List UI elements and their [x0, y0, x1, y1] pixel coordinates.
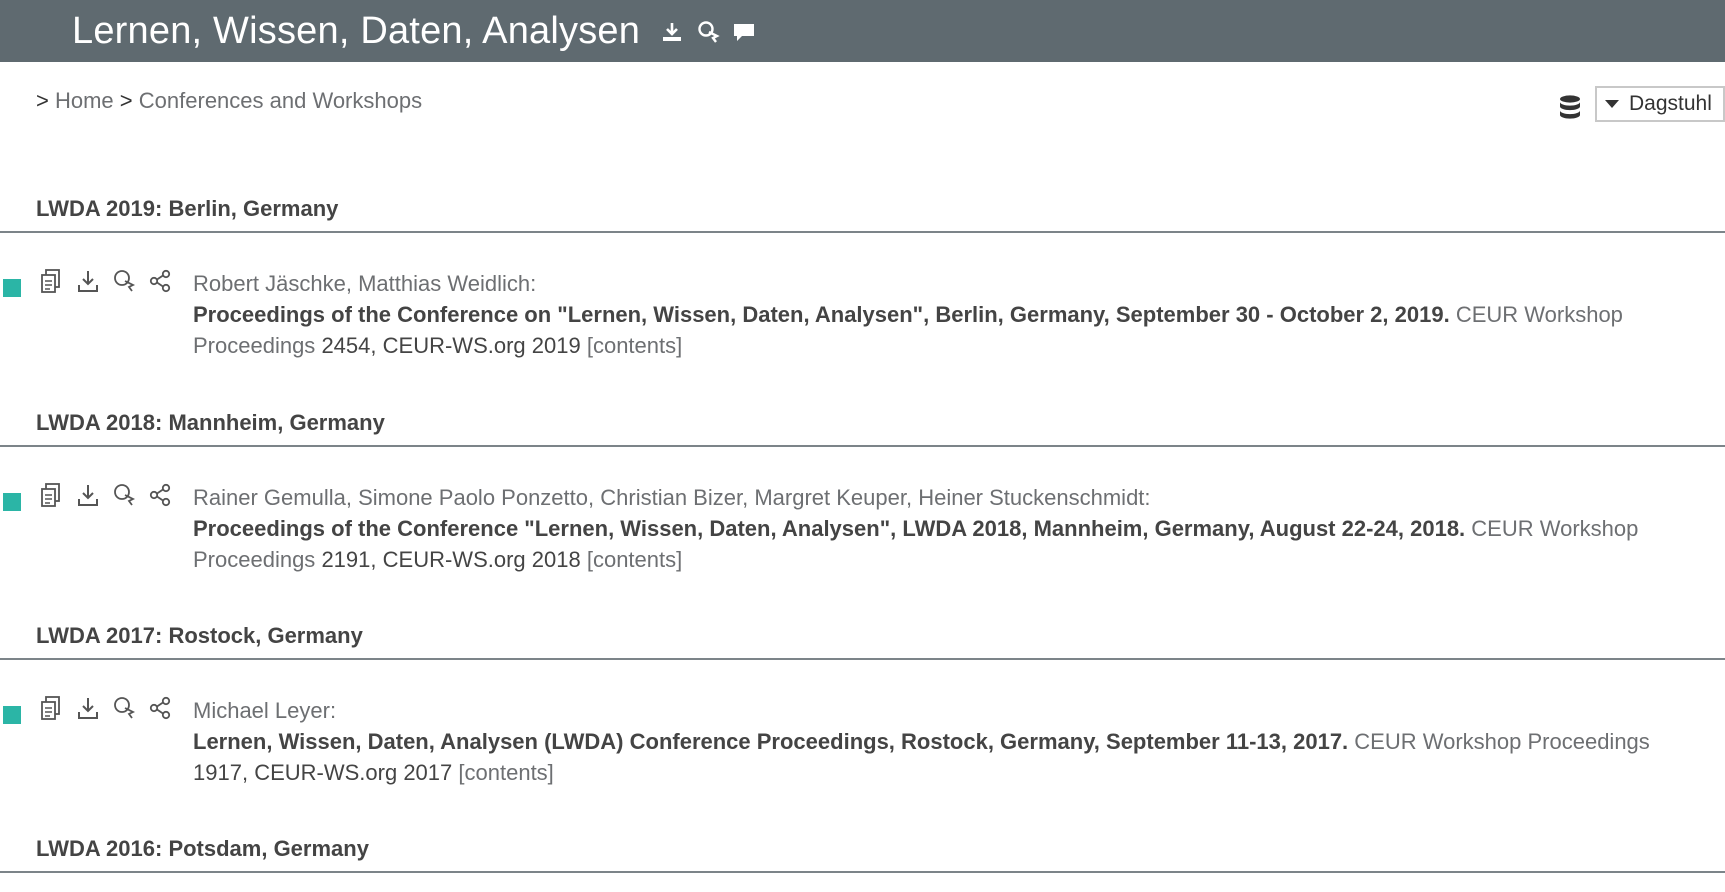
publication-entry: Michael Leyer: Lernen, Wissen, Daten, An…: [0, 695, 1725, 785]
author-list: Rainer Gemulla, Simone Paolo Ponzetto, C…: [193, 485, 1151, 510]
entry-tools: [40, 695, 172, 721]
volume-number: 2454: [321, 333, 371, 358]
publisher-year: CEUR-WS.org 2017: [254, 760, 453, 785]
electronic-edition-icon[interactable]: [40, 268, 64, 294]
download-icon[interactable]: [76, 268, 100, 294]
author-list: Robert Jäschke, Matthias Weidlich:: [193, 271, 537, 296]
volume-number: 1917: [193, 760, 242, 785]
section-divider: [0, 445, 1725, 447]
entry-body: Robert Jäschke, Matthias Weidlich: Proce…: [193, 271, 1623, 358]
author-link[interactable]: Simone Paolo Ponzetto: [358, 485, 588, 510]
entry-body: Michael Leyer: Lernen, Wissen, Daten, An…: [193, 698, 1650, 785]
mirror-select-value: Dagstuhl: [1629, 92, 1712, 115]
share-icon[interactable]: [148, 695, 172, 721]
breadcrumb-separator: >: [119, 88, 133, 113]
header-tools: [660, 20, 756, 44]
entry-tools: [40, 482, 172, 508]
cite-icon[interactable]: [112, 482, 136, 508]
section-heading: LWDA 2016: Potsdam, Germany: [36, 836, 369, 861]
breadcrumb: > Home > Conferences and Workshops: [36, 88, 422, 114]
mirror-select[interactable]: Dagstuhl: [1595, 86, 1725, 122]
cite-icon[interactable]: [112, 695, 136, 721]
cite-icon[interactable]: [112, 268, 136, 294]
comment-icon[interactable]: [732, 20, 756, 44]
section-divider: [0, 871, 1725, 873]
publication-entry: Rainer Gemulla, Simone Paolo Ponzetto, C…: [0, 482, 1725, 572]
series-link[interactable]: CEUR Workshop Proceedings: [1354, 729, 1650, 754]
page-title: Lernen, Wissen, Daten, Analysen: [72, 10, 641, 52]
volume-number: 2191: [321, 547, 371, 572]
breadcrumb-prefix: >: [36, 88, 49, 113]
section-heading: LWDA 2019: Berlin, Germany: [36, 196, 339, 221]
publisher-year: CEUR-WS.org 2019: [382, 333, 581, 358]
publication-entry: Robert Jäschke, Matthias Weidlich: Proce…: [0, 268, 1725, 358]
section-divider: [0, 658, 1725, 660]
share-icon[interactable]: [148, 268, 172, 294]
share-icon[interactable]: [148, 482, 172, 508]
section-divider: [0, 231, 1725, 233]
breadcrumb-home-link[interactable]: Home: [55, 88, 114, 113]
publisher-year: CEUR-WS.org 2018: [382, 547, 581, 572]
author-link[interactable]: Matthias Weidlich: [358, 271, 530, 296]
download-icon[interactable]: [76, 695, 100, 721]
entry-type-marker: [3, 493, 21, 511]
entry-body: Rainer Gemulla, Simone Paolo Ponzetto, C…: [193, 485, 1639, 572]
contents-link[interactable]: [contents]: [587, 547, 682, 572]
download-icon[interactable]: [660, 20, 684, 44]
section-heading: LWDA 2018: Mannheim, Germany: [36, 410, 385, 435]
publication-title: Proceedings of the Conference on "Lernen…: [193, 302, 1450, 327]
author-link[interactable]: Robert Jäschke: [193, 271, 346, 296]
publication-title: Lernen, Wissen, Daten, Analysen (LWDA) C…: [193, 729, 1349, 754]
contents-link[interactable]: [contents]: [458, 760, 553, 785]
electronic-edition-icon[interactable]: [40, 695, 64, 721]
download-icon[interactable]: [76, 482, 100, 508]
author-link[interactable]: Michael Leyer: [193, 698, 330, 723]
database-icon: [1558, 94, 1582, 120]
author-link[interactable]: Rainer Gemulla: [193, 485, 346, 510]
entry-type-marker: [3, 706, 21, 724]
section-heading: LWDA 2017: Rostock, Germany: [36, 623, 363, 648]
caret-down-icon: [1605, 100, 1619, 108]
author-link[interactable]: Christian Bizer: [600, 485, 742, 510]
cite-icon[interactable]: [696, 20, 720, 44]
entry-tools: [40, 268, 172, 294]
electronic-edition-icon[interactable]: [40, 482, 64, 508]
breadcrumb-current-link[interactable]: Conferences and Workshops: [139, 88, 422, 113]
author-link[interactable]: Margret Keuper: [754, 485, 906, 510]
publication-title: Proceedings of the Conference "Lernen, W…: [193, 516, 1466, 541]
author-list: Michael Leyer:: [193, 698, 337, 723]
header-bar: Lernen, Wissen, Daten, Analysen: [0, 0, 1725, 62]
entry-type-marker: [3, 279, 21, 297]
contents-link[interactable]: [contents]: [587, 333, 682, 358]
author-link[interactable]: Heiner Stuckenschmidt: [918, 485, 1144, 510]
